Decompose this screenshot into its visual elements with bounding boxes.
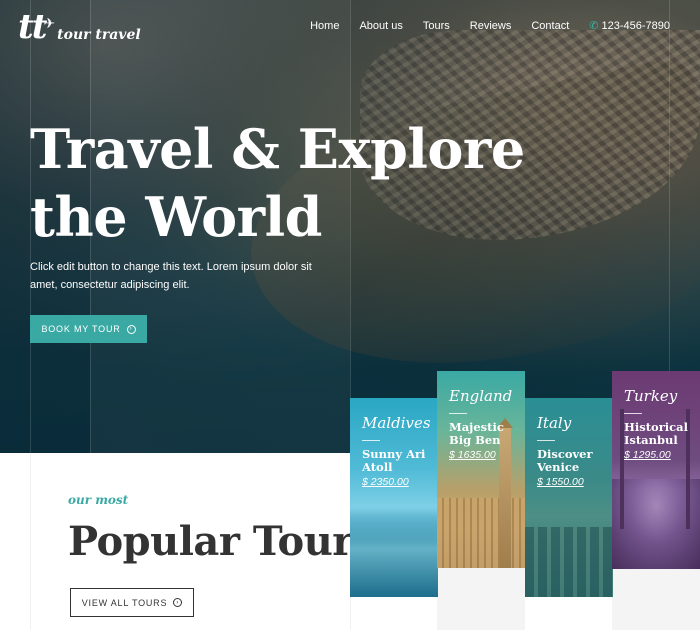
- hero-title-line1: Travel & Explore: [30, 117, 525, 181]
- tour-photo-tower: [497, 418, 513, 568]
- arrow-right-circle-icon: ›: [173, 598, 183, 607]
- nav-about-us[interactable]: About us: [359, 20, 402, 32]
- view-all-tours-label: VIEW ALL TOURS: [81, 597, 168, 608]
- tour-photo: [350, 517, 438, 597]
- tour-card-turkey[interactable]: Turkey Historical Istanbul $ 1295.00: [612, 371, 700, 569]
- tour-photo: [437, 498, 525, 568]
- tour-photo: [525, 527, 613, 597]
- logo-text: tour travel: [57, 27, 141, 43]
- tour-price[interactable]: $ 1550.00: [537, 476, 584, 488]
- grid-line: [30, 453, 31, 630]
- divider: [362, 440, 380, 441]
- tour-country: Maldives: [362, 414, 431, 432]
- popular-subtitle: our most: [68, 493, 129, 507]
- tour-name: Majestic Big Ben: [449, 420, 504, 447]
- tour-name: Discover Venice: [537, 447, 593, 474]
- phone-number: 123-456-7890: [601, 19, 670, 32]
- hero-title: Travel & Explore the World: [30, 115, 525, 251]
- view-all-tours-button[interactable]: VIEW ALL TOURS ›: [70, 588, 194, 617]
- divider: [537, 440, 555, 441]
- tour-card-maldives[interactable]: Maldives Sunny Ari Atoll $ 2350.00: [350, 398, 438, 597]
- logo-mark: tt: [18, 7, 47, 47]
- nav-tours[interactable]: Tours: [423, 20, 450, 32]
- divider: [449, 413, 467, 414]
- nav-phone[interactable]: ✆ 123-456-7890: [589, 19, 670, 33]
- tour-name: Historical Istanbul: [624, 420, 688, 447]
- nav-reviews[interactable]: Reviews: [470, 20, 512, 32]
- tour-country: England: [449, 387, 513, 405]
- main-nav: Home About us Tours Reviews Contact ✆ 12…: [290, 19, 670, 33]
- book-my-tour-button[interactable]: BOOK MY TOUR ›: [30, 315, 147, 343]
- tour-price[interactable]: $ 1635.00: [449, 449, 496, 461]
- nav-home[interactable]: Home: [310, 20, 339, 32]
- tour-country: Turkey: [624, 387, 678, 405]
- tour-name: Sunny Ari Atoll: [362, 447, 426, 474]
- site-logo[interactable]: tt ✈ tour travel: [18, 8, 141, 46]
- tour-card-italy[interactable]: Italy Discover Venice $ 1550.00: [525, 398, 613, 597]
- tour-price[interactable]: $ 1295.00: [624, 449, 671, 461]
- popular-title: Popular Tours: [68, 518, 375, 565]
- hero-title-line2: the World: [30, 185, 322, 249]
- divider: [624, 413, 642, 414]
- arrow-right-circle-icon: ›: [126, 324, 136, 334]
- hero-description: Click edit button to change this text. L…: [30, 261, 312, 291]
- card-shadow: [612, 569, 700, 630]
- page: tt ✈ tour travel Home About us Tours Rev…: [0, 0, 700, 630]
- card-shadow: [437, 568, 525, 630]
- book-my-tour-label: BOOK MY TOUR: [41, 324, 121, 334]
- nav-contact[interactable]: Contact: [531, 20, 569, 32]
- tour-price[interactable]: $ 2350.00: [362, 476, 409, 488]
- tour-card-england[interactable]: England Majestic Big Ben $ 1635.00: [437, 371, 525, 568]
- logo-plane-icon: ✈: [43, 15, 56, 31]
- phone-icon: ✆: [589, 20, 599, 32]
- tour-country: Italy: [537, 414, 572, 432]
